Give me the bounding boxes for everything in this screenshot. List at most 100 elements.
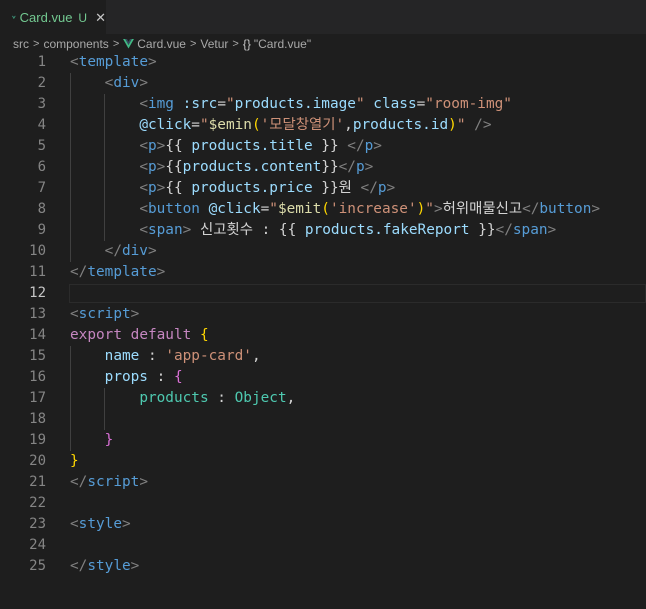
code-token: { — [173, 369, 183, 385]
code-line[interactable]: 6 <p>{{products.content}}</p> — [0, 157, 646, 178]
code-line[interactable]: 19 } — [0, 430, 646, 451]
line-number: 14 — [29, 327, 46, 343]
code-token: { — [199, 327, 209, 343]
code-line[interactable]: 9 <span> 신고횟수 : {{ products.fakeReport }… — [0, 220, 646, 241]
code-token: }} — [469, 222, 496, 238]
line-number: 22 — [29, 495, 46, 511]
code-text: } — [70, 430, 114, 451]
code-token: > — [547, 222, 557, 238]
code-token: </ — [70, 264, 88, 280]
code-line[interactable]: 5 <p>{{ products.title }} </p> — [0, 136, 646, 157]
code-token: template — [87, 264, 157, 280]
tab-filename: Card.vue — [19, 10, 73, 25]
code-line[interactable]: 2 <div> — [0, 73, 646, 94]
code-token: /> — [474, 117, 492, 133]
line-number: 12 — [29, 285, 46, 301]
code-token: " — [225, 96, 235, 112]
code-line[interactable]: 25 </style> — [0, 556, 646, 577]
code-token: products — [139, 390, 209, 406]
code-token: ) — [448, 117, 457, 133]
code-token: , — [286, 390, 296, 406]
code-token: Object — [234, 390, 287, 406]
breadcrumb-components[interactable]: components — [43, 37, 108, 51]
code-line[interactable]: 11 </template> — [0, 262, 646, 283]
close-icon[interactable]: ✕ — [95, 10, 106, 26]
code-text: <img :src="products.image" class="room-i… — [70, 94, 512, 115]
code-line[interactable]: 4 @click="$emin('모달창열기',products.id)" /> — [0, 115, 646, 136]
code-token: " — [269, 201, 278, 217]
code-line[interactable]: 17 products : Object, — [0, 388, 646, 409]
code-token: {{ — [165, 138, 192, 154]
code-line[interactable]: 18 — [0, 409, 646, 430]
code-token: button — [147, 201, 200, 217]
current-line-highlight — [69, 284, 646, 303]
code-token: " — [425, 201, 434, 217]
code-line[interactable]: 23 <style> — [0, 514, 646, 535]
code-line[interactable]: 7 <p>{{ products.price }}원 </p> — [0, 178, 646, 199]
code-token: template — [78, 54, 148, 70]
breadcrumb-vetur[interactable]: Vetur — [200, 37, 228, 51]
code-line[interactable]: 10 </div> — [0, 241, 646, 262]
breadcrumb-card-vue[interactable]: Card.vue — [137, 37, 186, 51]
code-token: style — [87, 558, 131, 574]
code-token: products.id — [352, 117, 449, 133]
code-token: , — [344, 117, 353, 133]
code-token: < — [139, 159, 148, 175]
code-line[interactable]: 13 <script> — [0, 304, 646, 325]
code-token: < — [70, 306, 79, 322]
code-token: span — [147, 222, 183, 238]
code-token: < — [139, 180, 148, 196]
code-token: > — [147, 54, 157, 70]
code-line[interactable]: 8 <button @click="$emit('increase')">허위매… — [0, 199, 646, 220]
code-line[interactable]: 12 — [0, 283, 646, 304]
code-text: <p>{{products.content}}</p> — [70, 157, 373, 178]
breadcrumb-symbol[interactable]: "Card.vue" — [254, 37, 311, 51]
indent-guide — [104, 388, 105, 430]
code-token: > — [122, 516, 131, 532]
object-symbol-icon: {} — [242, 37, 251, 51]
line-number: 13 — [29, 306, 46, 322]
tab-card-vue[interactable]: Card.vue U ✕ — [0, 0, 106, 34]
code-line[interactable]: 20} — [0, 451, 646, 472]
untracked-badge: U — [78, 10, 88, 25]
code-token: </ — [104, 243, 122, 259]
line-number: 10 — [29, 243, 46, 259]
code-token: " — [456, 117, 466, 133]
code-token: p — [147, 180, 157, 196]
code-token: } — [70, 453, 79, 469]
code-token: }} — [321, 159, 339, 175]
code-text: } — [70, 451, 79, 472]
code-token: > — [364, 159, 374, 175]
code-token: > — [386, 180, 396, 196]
code-token: = — [191, 117, 200, 133]
breadcrumb-src[interactable]: src — [13, 37, 29, 51]
line-number: 17 — [29, 390, 46, 406]
code-line[interactable]: 1 <template> — [0, 52, 646, 73]
code-token: }} — [312, 138, 348, 154]
vue-icon — [12, 15, 16, 20]
code-editor[interactable]: 1 <template> 2 <div> 3 <img :src="products.… — [0, 51, 646, 609]
code-line[interactable]: 22 — [0, 493, 646, 514]
line-number: 24 — [29, 537, 46, 553]
line-number: 8 — [37, 201, 46, 217]
code-line[interactable]: 16 props : { — [0, 367, 646, 388]
code-token: > — [433, 201, 443, 217]
line-number: 25 — [29, 558, 46, 574]
code-line[interactable]: 15 name : 'app-card', — [0, 346, 646, 367]
line-number: 3 — [37, 96, 46, 112]
code-line[interactable]: 3 <img :src="products.image" class="room… — [0, 94, 646, 115]
code-token: </ — [522, 201, 540, 217]
code-line[interactable]: 14 export default { — [0, 325, 646, 346]
code-token: export — [70, 327, 122, 343]
code-line[interactable]: 24 — [0, 535, 646, 556]
code-token: < — [139, 201, 148, 217]
code-text: name : 'app-card', — [70, 346, 261, 367]
code-text: <button @click="$emit('increase')">허위매물신… — [70, 199, 600, 220]
code-text: props : { — [70, 367, 183, 388]
code-line[interactable]: 21 </script> — [0, 472, 646, 493]
line-number: 23 — [29, 516, 46, 532]
code-token: class — [373, 96, 417, 112]
